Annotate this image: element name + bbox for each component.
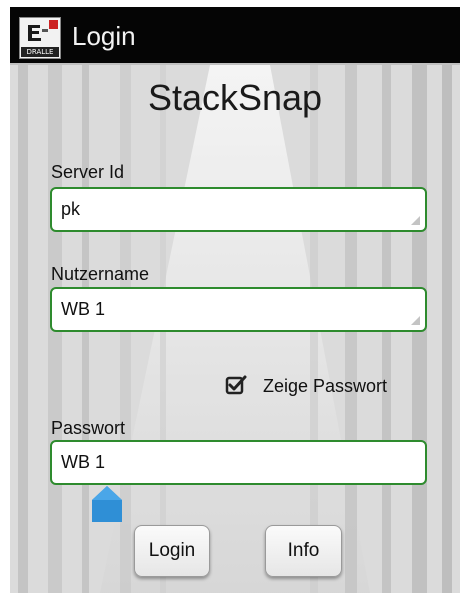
server-id-value: pk [61, 199, 81, 219]
text-cursor-handle-icon[interactable] [90, 484, 124, 524]
login-button[interactable]: Login [134, 525, 210, 577]
checkbox-checked-icon [225, 375, 247, 395]
field-corner-icon [411, 216, 420, 225]
logo-badge [49, 20, 58, 29]
logo-mark [28, 25, 48, 41]
window-title: Login [72, 21, 136, 51]
app-heading: StackSnap [147, 77, 323, 118]
password-value: WB 1 [61, 452, 106, 472]
app-logo-icon: DRALLE [19, 17, 61, 59]
password-label: Passwort [51, 418, 126, 438]
logo-brand-text: DRALLE [21, 47, 59, 57]
username-value: WB 1 [61, 299, 106, 319]
username-field[interactable]: WB 1 [50, 287, 427, 332]
field-corner-icon [411, 316, 420, 325]
server-id-label: Server Id [51, 162, 125, 182]
password-field[interactable]: WB 1 [50, 440, 427, 485]
show-password-label: Zeige Passwort [263, 376, 388, 396]
login-screen: DRALLE Login StackSnap Server Id pk Nutz… [10, 7, 460, 593]
server-id-field[interactable]: pk [50, 187, 427, 232]
title-bar: DRALLE Login [10, 7, 460, 65]
info-button[interactable]: Info [265, 525, 342, 577]
username-label: Nutzername [51, 264, 150, 284]
